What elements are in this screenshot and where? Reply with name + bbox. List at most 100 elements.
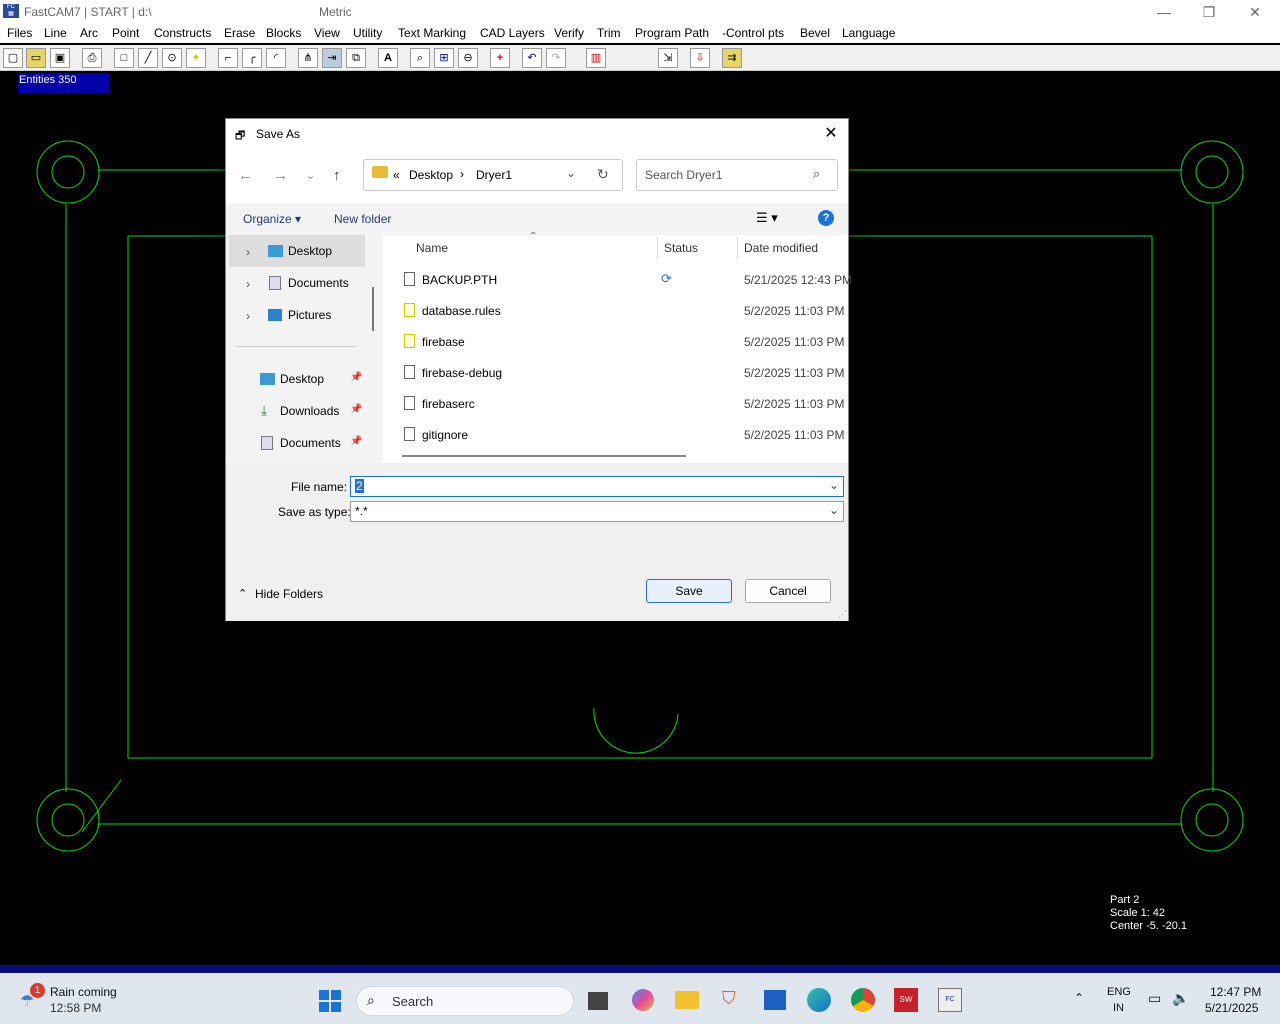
block-icon[interactable]: ⧉ xyxy=(346,48,366,68)
expand-chevron-icon[interactable]: › xyxy=(246,277,250,291)
file-explorer-icon[interactable] xyxy=(675,991,699,1009)
column-date[interactable]: Date modified xyxy=(744,241,818,255)
chrome-icon[interactable] xyxy=(851,988,875,1012)
minimize-button[interactable]: — xyxy=(1141,2,1187,22)
view-options-icon[interactable]: ☰ ▾ xyxy=(756,210,778,226)
menu-blocks[interactable]: Blocks xyxy=(266,26,301,40)
circle-icon[interactable]: ⊙ xyxy=(162,48,182,68)
file-row[interactable]: firebase xyxy=(404,334,465,349)
save-button[interactable]: Save xyxy=(646,579,732,603)
brave-browser-icon[interactable]: ⛉ xyxy=(722,988,736,1009)
menu-line[interactable]: Line xyxy=(44,26,67,40)
verify-path-icon[interactable]: ⇩ xyxy=(690,48,710,68)
zoom-fit-icon[interactable]: ⊞ xyxy=(434,48,454,68)
taskbar-search[interactable]: ⌕ Search xyxy=(356,986,574,1016)
resize-grip-icon[interactable]: ⋰ xyxy=(838,609,847,620)
add-icon[interactable]: + xyxy=(490,48,510,68)
expand-chevron-icon[interactable]: › xyxy=(246,309,250,323)
column-name[interactable]: Name xyxy=(416,241,448,255)
rectangle-icon[interactable]: □ xyxy=(114,48,134,68)
recent-dropdown-icon[interactable]: ⌄ xyxy=(306,169,315,182)
windows-start-icon[interactable] xyxy=(319,990,341,1012)
expand-chevron-icon[interactable]: › xyxy=(246,245,250,259)
maximize-button[interactable]: ❐ xyxy=(1186,2,1232,22)
weather-title[interactable]: Rain coming xyxy=(50,985,117,999)
dialog-close-button[interactable]: ✕ xyxy=(820,123,842,145)
file-row[interactable]: firebaserc xyxy=(404,396,475,411)
new-folder-button[interactable]: New folder xyxy=(334,212,391,226)
file-row[interactable]: firebase-debug xyxy=(404,365,502,380)
nav-tree-pictures[interactable]: Pictures xyxy=(288,308,331,322)
menu-utility[interactable]: Utility xyxy=(353,26,382,40)
export-icon[interactable]: ⇉ xyxy=(722,48,742,68)
arc-corner-icon[interactable]: ╭ xyxy=(242,48,262,68)
hide-folders-button[interactable]: Hide Folders xyxy=(255,587,323,601)
search-box[interactable]: Search Dryer1 ⌕ xyxy=(636,159,838,191)
nav-scrollbar[interactable] xyxy=(372,235,383,463)
quick-documents[interactable]: Documents xyxy=(280,436,341,450)
chevron-up-icon[interactable]: ⌃ xyxy=(238,587,247,600)
menu-control-pts[interactable]: -Control pts xyxy=(722,26,784,40)
save-icon[interactable]: ▣ xyxy=(50,48,70,68)
undo-icon[interactable]: ↶ xyxy=(522,48,542,68)
path-order-icon[interactable]: ⇲ xyxy=(658,48,678,68)
clock-date[interactable]: 5/21/2025 xyxy=(1205,1001,1258,1015)
menu-view[interactable]: View xyxy=(314,26,340,40)
refresh-icon[interactable]: ↻ xyxy=(597,166,609,183)
redo-icon[interactable]: ↷ xyxy=(546,48,566,68)
quick-downloads[interactable]: Downloads xyxy=(280,404,339,418)
savetype-select[interactable]: *.* ⌄ xyxy=(350,501,844,522)
store-icon[interactable] xyxy=(764,990,786,1010)
up-icon[interactable]: ↑ xyxy=(333,167,341,184)
menu-verify[interactable]: Verify xyxy=(554,26,584,40)
breadcrumb-desktop[interactable]: Desktop xyxy=(409,168,453,182)
trim-icon[interactable]: ⋔ xyxy=(298,48,318,68)
menu-text-marking[interactable]: Text Marking xyxy=(398,26,466,40)
menu-language[interactable]: Language xyxy=(842,26,895,40)
fillet-icon[interactable]: ◜ xyxy=(266,48,286,68)
menu-cad-layers[interactable]: CAD Layers xyxy=(480,26,545,40)
path-chart-icon[interactable]: ▥ xyxy=(586,48,606,68)
language-code[interactable]: ENG xyxy=(1107,986,1131,998)
fastcam-taskbar-icon[interactable]: FC xyxy=(938,988,962,1012)
menu-program-path[interactable]: Program Path xyxy=(635,26,709,40)
volume-icon[interactable]: 🔈 xyxy=(1172,990,1189,1007)
filename-input[interactable]: 2 ⌄ xyxy=(350,476,844,497)
cancel-button[interactable]: Cancel xyxy=(745,579,831,603)
menu-files[interactable]: Files xyxy=(7,26,32,40)
address-bar[interactable]: « Desktop › Dryer1 ⌄ ↻ xyxy=(363,159,623,191)
nav-scrollbar-thumb[interactable] xyxy=(372,287,374,331)
extend-icon[interactable]: ⇥ xyxy=(322,48,342,68)
task-view-icon[interactable] xyxy=(588,992,608,1010)
edge-icon[interactable] xyxy=(807,988,831,1012)
solidworks-icon[interactable]: SW xyxy=(894,988,918,1012)
forward-icon[interactable]: → xyxy=(273,167,288,184)
new-file-icon[interactable]: ▢ xyxy=(3,48,23,68)
language-region[interactable]: IN xyxy=(1113,1002,1124,1014)
tray-chevron-icon[interactable]: ⌃ xyxy=(1074,991,1084,1005)
quick-desktop[interactable]: Desktop xyxy=(280,372,324,386)
network-icon[interactable]: ▭ xyxy=(1148,990,1161,1007)
address-dropdown-icon[interactable]: ⌄ xyxy=(566,166,576,180)
file-row[interactable]: database.rules xyxy=(404,303,501,318)
point-icon[interactable]: ✦ xyxy=(186,48,206,68)
back-icon[interactable]: ← xyxy=(238,167,253,184)
line-icon[interactable]: ╱ xyxy=(138,48,158,68)
nav-tree-documents[interactable]: Documents xyxy=(288,276,349,290)
menu-point[interactable]: Point xyxy=(112,26,139,40)
file-row[interactable]: BACKUP.PTH xyxy=(404,272,497,287)
help-icon[interactable]: ? xyxy=(818,210,834,226)
breadcrumb-dryer1[interactable]: Dryer1 xyxy=(476,168,512,182)
zoom-window-icon[interactable]: ⌕ xyxy=(410,48,430,68)
menu-erase[interactable]: Erase xyxy=(224,26,255,40)
savetype-dropdown-icon[interactable]: ⌄ xyxy=(829,503,839,517)
close-button[interactable]: ✕ xyxy=(1232,2,1278,22)
corner-icon[interactable]: ⌐ xyxy=(218,48,238,68)
open-folder-icon[interactable]: ▭ xyxy=(26,48,46,68)
menu-arc[interactable]: Arc xyxy=(80,26,98,40)
file-row[interactable]: gitignore xyxy=(404,427,468,442)
copilot-icon[interactable] xyxy=(632,989,654,1011)
organize-button[interactable]: Organize ▾ xyxy=(243,212,301,226)
zoom-out-icon[interactable]: ⊖ xyxy=(458,48,478,68)
breadcrumb-root[interactable]: « xyxy=(393,168,400,182)
